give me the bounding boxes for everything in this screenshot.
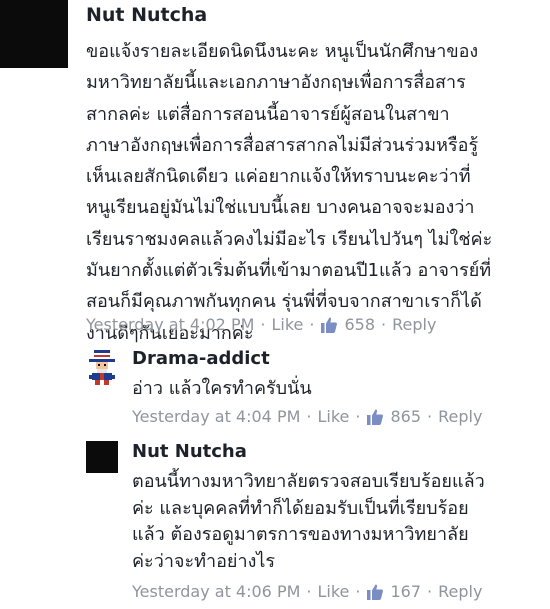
avatar[interactable]: [0, 0, 68, 68]
uncle-sam-avatar[interactable]: [86, 349, 118, 385]
comment-author[interactable]: Nut Nutcha: [132, 441, 247, 462]
like-link[interactable]: Like: [271, 315, 303, 334]
reply-link[interactable]: Reply: [438, 407, 482, 426]
comment-text: อ่าว แล้วใครทำครับนั่น: [132, 378, 312, 399]
comment-meta: Yesterday at 4:02 PM · Like · 658 · Repl…: [86, 315, 436, 334]
like-link[interactable]: Like: [317, 582, 349, 601]
comment-meta: Yesterday at 4:04 PM · Like · 865 · Repl…: [132, 407, 482, 426]
avatar[interactable]: [86, 441, 118, 473]
separator: ·: [306, 407, 312, 426]
separator: ·: [427, 407, 433, 426]
reply-link[interactable]: Reply: [438, 582, 482, 601]
separator: ·: [309, 315, 315, 334]
comment-author[interactable]: Drama-addict: [132, 348, 270, 369]
comment-timestamp[interactable]: Yesterday at 4:02 PM: [86, 315, 254, 334]
reply-link[interactable]: Reply: [392, 315, 436, 334]
comment-meta: Yesterday at 4:06 PM · Like · 167 · Repl…: [132, 582, 482, 601]
like-count[interactable]: 167: [390, 582, 421, 601]
thumbs-up-icon[interactable]: [320, 316, 338, 334]
comment-timestamp[interactable]: Yesterday at 4:04 PM: [132, 407, 300, 426]
separator: ·: [381, 315, 387, 334]
comment-text: ตอนนี้ทางมหาวิทยาลัยตรวจสอบเรียบร้อยแล้ว…: [132, 471, 485, 572]
comment-timestamp[interactable]: Yesterday at 4:06 PM: [132, 582, 300, 601]
thumbs-up-icon[interactable]: [366, 583, 384, 601]
thumbs-up-icon[interactable]: [366, 408, 384, 426]
separator: ·: [355, 582, 361, 601]
like-count[interactable]: 865: [390, 407, 421, 426]
separator: ·: [260, 315, 266, 334]
separator: ·: [427, 582, 433, 601]
comment-text: ขอแจ้งรายละเอียดนิดนึงนะคะ หนูเป็นนักศึก…: [86, 41, 493, 344]
like-count[interactable]: 658: [344, 315, 375, 334]
separator: ·: [355, 407, 361, 426]
like-link[interactable]: Like: [317, 407, 349, 426]
comment-author[interactable]: Nut Nutcha: [86, 4, 207, 26]
separator: ·: [306, 582, 312, 601]
